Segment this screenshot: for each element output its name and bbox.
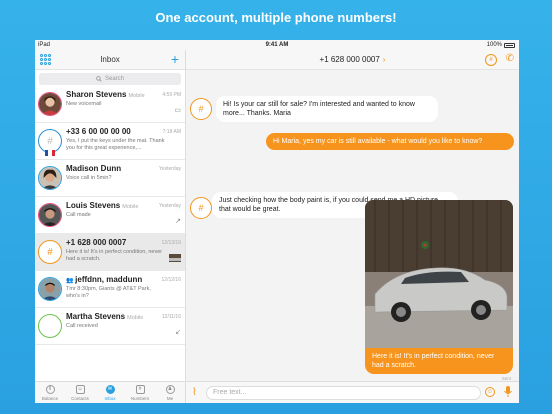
conversation-preview: Tmr 8:30pm, Giants @ AT&T Park, who's in… — [66, 286, 151, 299]
tab-label: Balance — [41, 395, 59, 401]
contact-type: Mobile — [122, 204, 139, 210]
conversation-preview: Call received — [66, 323, 98, 329]
contact-name: +1 628 000 0007 — [66, 238, 127, 247]
tab-contacts[interactable]: ☺ Contacts — [65, 382, 95, 403]
voicemail-icon: ▭ — [174, 107, 181, 114]
contact-name: +33 6 00 00 00 00 — [66, 127, 131, 136]
sender-avatar: # — [190, 98, 212, 120]
conversation-preview: New voicemail — [66, 101, 102, 107]
avatar — [38, 277, 62, 301]
conversation-time: Yesterday — [158, 166, 181, 172]
search-placeholder: Search — [104, 76, 124, 82]
sidebar-header: Inbox + — [35, 50, 185, 70]
chat-panel: +1 628 000 0007 › # ✆ # Hi! Is your car s… — [186, 50, 519, 403]
group-icon: 👥 — [66, 278, 76, 284]
battery-percent: 100% — [486, 42, 502, 48]
microphone-icon[interactable] — [504, 386, 512, 400]
tab-numbers[interactable]: # Numbers — [125, 382, 155, 403]
sidebar-title: Inbox — [100, 55, 120, 64]
tab-label: Contacts — [71, 395, 89, 401]
conversation-time: 7:18 AM — [162, 129, 181, 135]
search-icon — [96, 76, 102, 82]
conversation-time: 12/12/16 — [161, 277, 181, 283]
avatar — [38, 314, 62, 338]
conversation-row[interactable]: Martha Stevens Mobile 12/11/16 Call recei… — [35, 308, 185, 345]
conversation-time: 12/11/16 — [161, 314, 181, 320]
tab-balance[interactable]: ¢ Balance — [35, 382, 65, 403]
contact-type: Mobile — [128, 93, 145, 99]
search-input[interactable]: Search — [39, 73, 181, 85]
conversation-row-selected[interactable]: # +1 628 000 0007 12/13/16 Here it is! I… — [35, 234, 185, 271]
avatar — [38, 166, 62, 190]
new-message-plus-icon[interactable]: + — [171, 51, 179, 67]
conversation-preview: Yes, I put the keys under the mat. Thank… — [66, 138, 165, 151]
conversation-list: Sharon Stevens Mobile 4:59 PM New voicema… — [35, 86, 185, 381]
message-incoming: Hi! Is your car still for sale? I'm inte… — [216, 96, 438, 122]
contact-name: jeffdnn, maddunn — [75, 275, 143, 284]
contact-name: Madison Dunn — [66, 164, 122, 173]
message-input[interactable]: Free text... — [206, 386, 481, 400]
car-photo-attachment[interactable] — [365, 200, 513, 348]
avatar — [38, 203, 62, 227]
conversation-row[interactable]: Louis Stevens Mobile Yesterday Call made … — [35, 197, 185, 234]
chevron-right-icon: › — [382, 55, 386, 64]
contact-name: Louis Stevens — [66, 201, 121, 210]
chat-number-label: +1 628 000 0007 — [319, 55, 380, 64]
number-hash-icon[interactable]: # — [485, 54, 497, 66]
conversation-time: 12/13/16 — [161, 240, 181, 246]
tab-me[interactable]: ♟ Me — [155, 382, 185, 403]
message-outgoing: Hi Maria, yes my car is still available … — [266, 133, 514, 150]
avatar: # — [38, 240, 62, 264]
conversation-time: Yesterday — [158, 203, 181, 209]
me-icon: ♟ — [165, 384, 175, 394]
contact-name: Martha Stevens — [66, 312, 126, 321]
conversation-row[interactable]: Sharon Stevens Mobile 4:59 PM New voicema… — [35, 86, 185, 123]
contacts-icon: ☺ — [75, 384, 85, 394]
attach-paperclip-icon[interactable]: ⌇ — [192, 387, 197, 398]
clock: 9:41 AM — [265, 42, 289, 48]
contact-name: Sharon Stevens — [66, 90, 127, 99]
conversation-row[interactable]: Madison Dunn Yesterday Voice call in 5mi… — [35, 160, 185, 197]
numbers-icon: # — [135, 384, 145, 394]
emoji-icon[interactable]: ☺ — [485, 387, 495, 397]
france-flag-icon — [45, 150, 55, 156]
tab-label: Inbox — [104, 395, 116, 401]
contact-type: Mobile — [127, 315, 144, 321]
inbox-sidebar: Inbox + Search Sharon Stevens Mobile 4:59… — [35, 50, 186, 403]
conversation-row[interactable]: # +33 6 00 00 00 00 7:18 AM Yes, I put t… — [35, 123, 185, 160]
conversation-preview: Here it is! It's in perfect condition, n… — [66, 249, 163, 262]
conversation-time: 4:59 PM — [162, 92, 181, 98]
chat-number[interactable]: +1 628 000 0007 › — [186, 55, 519, 64]
conversation-preview: Call made — [66, 212, 91, 218]
balance-icon: ¢ — [45, 384, 55, 394]
battery-icon — [504, 42, 515, 48]
tab-bar: ¢ Balance ☺ Contacts ✉ Inbox # Numbers ♟ Me — [35, 381, 185, 403]
incoming-call-icon: ↙ — [175, 329, 181, 336]
message-composer: ⌇ Free text... ☺ — [186, 381, 519, 403]
headline: One account, multiple phone numbers! — [155, 10, 397, 25]
conversation-row[interactable]: 👥 jeffdnn, maddunn 12/12/16 Tmr 8:30pm, … — [35, 271, 185, 308]
tab-inbox[interactable]: ✉ Inbox — [95, 382, 125, 403]
inbox-icon: ✉ — [105, 384, 115, 394]
ipad-screen: iPad 9:41 AM 100% Inbox + Search Sharon … — [35, 40, 519, 403]
battery-indicator: 100% — [487, 42, 515, 48]
outgoing-call-icon: ↗ — [175, 218, 181, 225]
avatar — [38, 92, 62, 116]
conversation-preview: Voice call in 5min? — [66, 175, 112, 181]
status-bar: iPad 9:41 AM 100% — [35, 40, 519, 50]
image-thumb-icon — [169, 254, 181, 264]
tab-label: Me — [166, 395, 174, 401]
phone-call-icon[interactable]: ✆ — [506, 53, 514, 64]
tab-label: Numbers — [130, 395, 150, 401]
sender-avatar: # — [190, 197, 212, 219]
chat-header: +1 628 000 0007 › # ✆ — [186, 50, 519, 70]
message-outgoing: Here it is! It's in perfect condition, n… — [365, 348, 513, 374]
